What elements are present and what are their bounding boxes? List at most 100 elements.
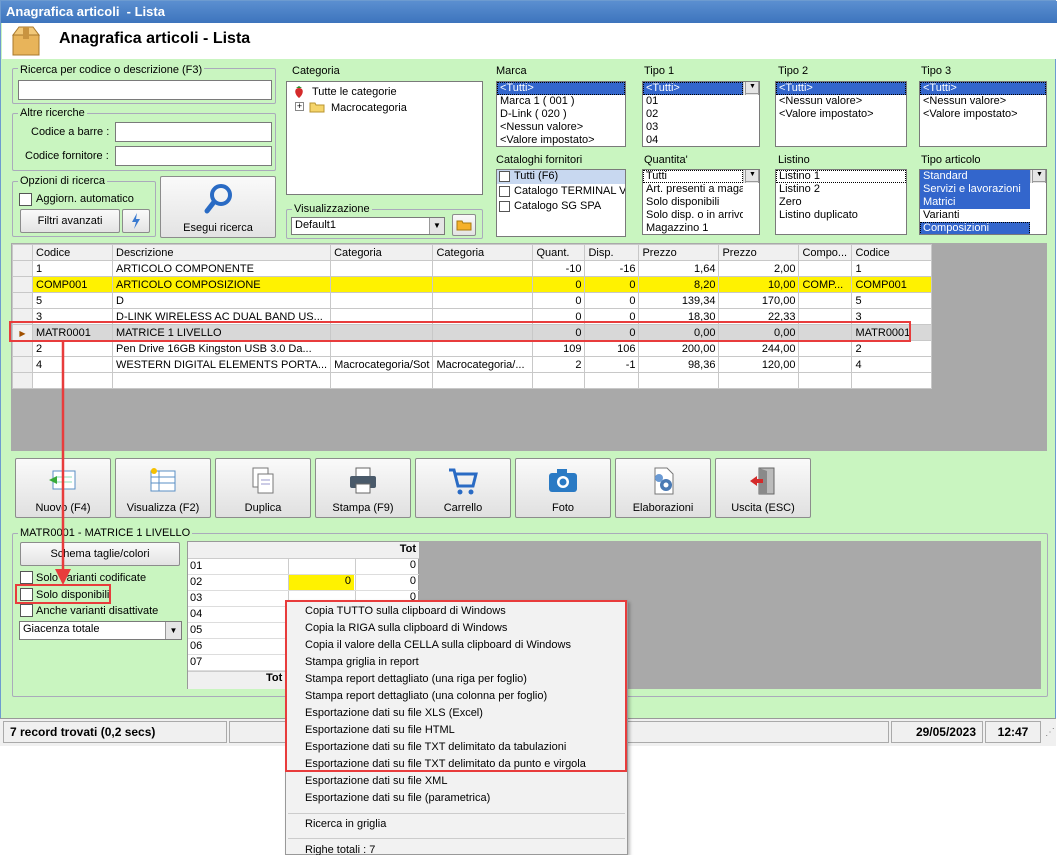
table-cell[interactable]: 5 xyxy=(851,292,933,309)
table-cell[interactable] xyxy=(432,260,534,277)
column-header[interactable]: Disp. xyxy=(584,244,640,261)
size-color-scheme-button[interactable]: Schema taglie/colori xyxy=(20,542,180,566)
quantity-list[interactable]: Tutti Art. presenti a magaz Solo disponi… xyxy=(642,169,760,235)
column-header[interactable]: Descrizione xyxy=(111,244,332,261)
quantity-item[interactable]: Solo disp. o in arrivo xyxy=(643,209,743,222)
context-menu-item[interactable]: Esportazione dati su file (parametrica) xyxy=(305,792,490,804)
table-cell[interactable] xyxy=(330,324,434,341)
table-cell[interactable]: COMP001 xyxy=(32,276,113,293)
item-type-scrollbar[interactable]: ▲ ▼ xyxy=(1030,170,1046,183)
run-search-button[interactable]: Esegui ricerca xyxy=(160,176,276,238)
type2-item[interactable]: <Valore impostato> xyxy=(776,108,906,121)
auto-update-checkbox[interactable] xyxy=(19,193,32,206)
table-cell[interactable]: 3 xyxy=(851,308,933,325)
table-cell[interactable]: 0 xyxy=(532,324,586,341)
quantity-item[interactable]: Solo disponibili xyxy=(643,196,743,209)
table-cell[interactable]: MATRICE 1 LIVELLO xyxy=(111,324,332,341)
table-cell[interactable]: -16 xyxy=(584,260,640,277)
table-cell[interactable]: 22,33 xyxy=(718,308,800,325)
type3-item[interactable]: <Tutti> xyxy=(920,82,1046,95)
item-type-item[interactable]: Composizioni xyxy=(920,222,1030,234)
catalog-checkbox[interactable] xyxy=(499,171,510,182)
type1-scrollbar[interactable]: ▲ ▼ xyxy=(743,82,759,95)
table-cell[interactable] xyxy=(12,372,33,389)
cart-button[interactable]: Carrello xyxy=(415,458,511,518)
table-cell[interactable]: D-LINK WIRELESS AC DUAL BAND US... xyxy=(111,308,332,325)
context-menu-item[interactable]: Stampa report dettagliato (una riga per … xyxy=(305,673,527,685)
table-row[interactable]: 2 Pen Drive 16GB Kingston USB 3.0 Da... 10… xyxy=(12,340,933,357)
table-cell[interactable] xyxy=(798,372,853,389)
table-cell[interactable] xyxy=(432,308,534,325)
table-cell[interactable]: 0,00 xyxy=(718,324,800,341)
table-cell[interactable]: 0,00 xyxy=(638,324,720,341)
brand-item[interactable]: Marca 1 ( 001 ) xyxy=(497,95,625,108)
code-search-input[interactable] xyxy=(18,80,272,100)
table-cell[interactable]: 98,36 xyxy=(638,356,720,373)
resize-grip-icon[interactable]: ⋰ xyxy=(1045,727,1055,738)
variant-qty[interactable]: 0 xyxy=(288,575,354,590)
table-cell[interactable]: WESTERN DIGITAL ELEMENTS PORTA... xyxy=(111,356,332,373)
table-cell[interactable]: ARTICOLO COMPOSIZIONE xyxy=(111,276,332,293)
type1-item[interactable]: <Tutti> xyxy=(643,82,743,95)
context-menu-item[interactable]: Copia il valore della CELLA sulla clipbo… xyxy=(305,639,571,651)
table-cell[interactable]: 120,00 xyxy=(718,356,800,373)
table-row[interactable]: COMP001 ARTICOLO COMPOSIZIONE 0 0 8,20 10,00 C… xyxy=(12,276,933,293)
also-disabled-checkbox[interactable] xyxy=(20,604,33,617)
table-cell[interactable] xyxy=(330,276,434,293)
quantity-scrollbar[interactable]: ▲ ▼ xyxy=(743,170,759,183)
table-cell[interactable]: 0 xyxy=(532,276,586,293)
pricelist-list[interactable]: Listino 1 Listino 2 Zero Listino duplica… xyxy=(775,169,907,235)
expand-icon[interactable]: + xyxy=(295,102,304,111)
brand-item[interactable]: <Nessun valore> xyxy=(497,121,625,134)
table-cell[interactable] xyxy=(798,308,853,325)
table-row[interactable]: 4 WESTERN DIGITAL ELEMENTS PORTA... Macroc… xyxy=(12,356,933,373)
column-header[interactable]: Categoria xyxy=(432,244,534,261)
table-cell[interactable]: 1,64 xyxy=(638,260,720,277)
table-cell[interactable]: 2,00 xyxy=(718,260,800,277)
table-cell[interactable]: -1 xyxy=(584,356,640,373)
brand-item[interactable]: D-Link ( 020 ) xyxy=(497,108,625,121)
pricelist-item[interactable]: Zero xyxy=(776,196,906,209)
type2-item[interactable]: <Tutti> xyxy=(776,82,906,95)
stock-select[interactable]: Giacenza totale xyxy=(19,621,182,640)
table-cell[interactable] xyxy=(111,372,332,389)
catalog-item[interactable]: Catalogo TERMINAL VID xyxy=(511,185,625,198)
catalog-checkbox[interactable] xyxy=(499,186,510,197)
column-header[interactable]: Codice xyxy=(32,244,113,261)
table-cell[interactable]: -10 xyxy=(532,260,586,277)
quantity-item[interactable]: Art. presenti a magaz xyxy=(643,183,743,196)
advanced-filters-button[interactable]: Filtri avanzati xyxy=(20,209,120,233)
table-cell[interactable]: 2 xyxy=(532,356,586,373)
item-type-item[interactable]: Servizi e lavorazioni xyxy=(920,183,1030,196)
table-cell[interactable]: 0 xyxy=(532,292,586,309)
table-cell[interactable]: 10,00 xyxy=(718,276,800,293)
table-cell[interactable] xyxy=(798,292,853,309)
table-row[interactable]: 1 ARTICOLO COMPONENTE -10 -16 1,64 2,00 1 xyxy=(12,260,933,277)
table-cell[interactable] xyxy=(330,260,434,277)
table-cell[interactable]: 170,00 xyxy=(718,292,800,309)
pricelist-item[interactable]: Listino 1 xyxy=(776,170,906,183)
type3-item[interactable]: <Nessun valore> xyxy=(920,95,1046,108)
only-available-checkbox[interactable] xyxy=(20,588,33,601)
catalog-item[interactable]: Tutti (F6) xyxy=(511,170,561,183)
table-cell[interactable]: 0 xyxy=(584,292,640,309)
brand-item[interactable]: <Valore impostato> xyxy=(497,134,625,146)
table-cell[interactable]: 3 xyxy=(32,308,113,325)
table-cell[interactable] xyxy=(330,308,434,325)
column-header[interactable]: Codice xyxy=(851,244,933,261)
table-cell[interactable]: 0 xyxy=(584,324,640,341)
column-header[interactable]: Prezzo xyxy=(638,244,720,261)
type1-list[interactable]: <Tutti> 01 02 03 04 ▲ ▼ xyxy=(642,81,760,147)
quantity-item[interactable]: Magazzino 1 xyxy=(643,222,743,234)
item-type-item[interactable]: Standard xyxy=(920,170,1030,183)
context-menu-item[interactable]: Esportazione dati su file TXT delimitato… xyxy=(305,758,586,770)
quantity-item[interactable]: Tutti xyxy=(643,170,743,183)
table-cell[interactable]: Pen Drive 16GB Kingston USB 3.0 Da... xyxy=(111,340,332,357)
table-cell[interactable]: MATR0001 xyxy=(32,324,113,341)
table-cell[interactable]: 1 xyxy=(32,260,113,277)
column-header[interactable]: Compo... xyxy=(798,244,853,261)
table-cell[interactable]: 109 xyxy=(532,340,586,357)
table-cell[interactable] xyxy=(432,372,534,389)
type1-item[interactable]: 01 xyxy=(643,95,759,108)
table-cell[interactable] xyxy=(330,292,434,309)
